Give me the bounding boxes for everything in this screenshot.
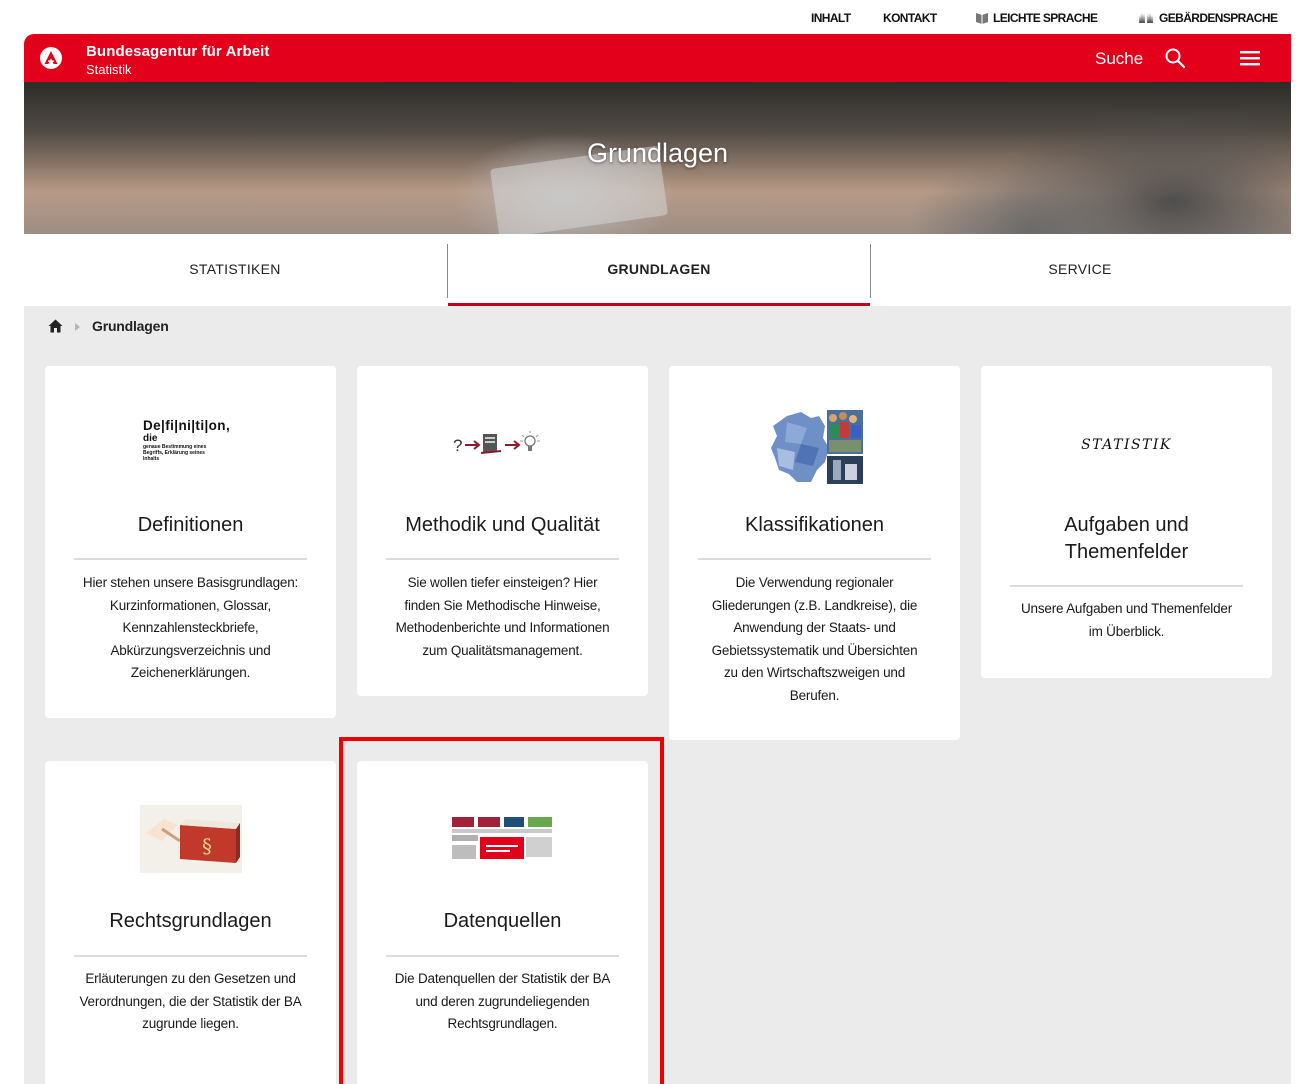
card-description: Die Verwendung regionaler Gliederungen (z… — [711, 575, 918, 703]
card-divider — [74, 955, 307, 957]
card-title: Datenquellen — [443, 910, 562, 932]
card-divider — [1010, 585, 1243, 587]
content-area: Grundlagen De|fi|ni|ti|on, die genaue Be… — [24, 306, 1291, 1084]
card-description: Unsere Aufgaben und Themenfelder im Überb… — [1020, 601, 1232, 639]
germany-map-icon — [771, 410, 863, 484]
card-title: Aufgaben und Themenfelder — [1064, 514, 1189, 563]
definition-article: die — [143, 433, 158, 444]
svg-text:?: ? — [453, 436, 462, 455]
definition-icon: De|fi|ni|ti|on, die genaue Bestimmung ei… — [143, 418, 243, 462]
data-sources-diagram-icon — [452, 817, 552, 859]
card-description: Erläuterungen zu den Gesetzen und Verordn… — [79, 971, 302, 1031]
card-divider — [386, 558, 619, 560]
card-divider — [386, 955, 619, 957]
tab-grundlagen[interactable]: GRUNDLAGEN — [448, 234, 870, 306]
card-divider — [698, 558, 931, 560]
svg-text:§: § — [202, 834, 212, 858]
brand-subtitle: Statistik — [86, 62, 132, 77]
link-leichte-sprache[interactable]: LEICHTE SPRACHE — [975, 11, 1098, 25]
search-label[interactable]: Suche — [1095, 49, 1143, 69]
card-title: Definitionen — [137, 514, 244, 536]
card-divider — [74, 558, 307, 560]
card-aufgaben-und-themenfelder[interactable]: STATISTIK Aufgaben und Themenfelder Unser… — [981, 366, 1272, 678]
card-description: Die Datenquellen der Statistik der BA und… — [394, 971, 611, 1031]
menu-icon[interactable] — [1240, 50, 1260, 66]
leichte-sprache-label: LEICHTE SPRACHE — [993, 11, 1098, 25]
card-rechtsgrundlagen[interactable]: § Rechtsgrundlagen Erläuterungen zu den … — [45, 761, 336, 1084]
card-methodik-und-qualitaet[interactable]: ? Methodik und Qualität Sie wollen tiefe… — [357, 366, 648, 696]
card-title: Methodik und Qualität — [405, 514, 600, 536]
tab-service[interactable]: SERVICE — [869, 234, 1291, 306]
card-description: Sie wollen tiefer einsteigen? Hier finden… — [395, 575, 610, 658]
site-header: Bundesagentur für Arbeit Statistik Suche — [24, 34, 1291, 82]
link-inhalt[interactable]: INHALT — [811, 11, 851, 25]
card-klassifikationen[interactable]: Klassifikationen Die Verwendung regional… — [669, 366, 960, 740]
home-icon[interactable] — [48, 319, 63, 333]
link-gebaerdensprache[interactable]: GEBÄRDENSPRACHE — [1137, 11, 1278, 25]
card-definitionen[interactable]: De|fi|ni|ti|on, die genaue Bestimmung ei… — [45, 366, 336, 718]
ba-logo-icon[interactable] — [40, 47, 62, 69]
breadcrumb-separator — [75, 323, 80, 331]
brand-name[interactable]: Bundesagentur für Arbeit — [86, 43, 270, 60]
hands-icon — [1139, 13, 1153, 23]
utility-bar: INHALT KONTAKT LEICHTE SPRACHE GEBÄRDENS… — [0, 0, 1300, 34]
card-title: Rechtsgrundlagen — [109, 910, 272, 932]
hero-banner: Grundlagen — [24, 82, 1291, 234]
hero-title: Grundlagen — [586, 138, 729, 168]
main-tabs: STATISTIKEN GRUNDLAGEN SERVICE — [24, 234, 1291, 306]
card-title: Klassifikationen — [745, 514, 884, 536]
definition-caption: Inhalts — [143, 456, 160, 462]
gebaerdensprache-label: GEBÄRDENSPRACHE — [1159, 11, 1278, 25]
tab-statistiken[interactable]: STATISTIKEN — [24, 234, 446, 306]
card-description: Hier stehen unsere Basisgrundlagen: Kurzi… — [82, 575, 299, 680]
book-icon — [976, 13, 988, 24]
breadcrumb-current: Grundlagen — [92, 318, 169, 334]
statistik-logo: STATISTIK — [1081, 437, 1172, 453]
link-kontakt[interactable]: KONTAKT — [883, 11, 937, 25]
law-book-icon: § — [140, 805, 242, 873]
method-flow-icon: ? — [453, 431, 540, 455]
search-icon[interactable] — [1164, 47, 1186, 69]
definition-word: De|fi|ni|ti|on, — [143, 418, 231, 433]
card-datenquellen[interactable]: Datenquellen Die Datenquellen der Statis… — [357, 761, 648, 1084]
